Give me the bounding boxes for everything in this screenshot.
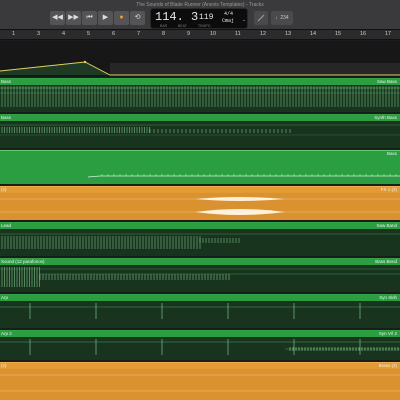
tempo-label: TEMPO [198,24,211,28]
region-brass[interactable]: (2) Brass (2) [0,362,400,400]
ruler-mark: 7 [137,31,141,37]
cycle-button[interactable]: ⟲ [130,11,145,25]
ruler-mark: 13 [285,31,292,37]
ruler-mark: 16 [360,31,367,37]
region-bass[interactable]: Bass [0,150,400,184]
count-in-button[interactable]: ♩234 [271,11,293,25]
go-to-start-button[interactable]: ⏮ [82,11,97,25]
title-bar: The Sounds of Blade Runner (Anevis Templ… [0,0,400,30]
ruler-mark: 3 [37,31,41,37]
key-display[interactable]: Cmaj [222,18,234,24]
midi-notes [0,267,400,287]
ruler-mark: 6 [112,31,116,37]
midi-notes [0,233,400,249]
rewind-button[interactable]: ◀◀ [50,11,65,25]
ruler-mark: 5 [87,31,91,37]
automation-curve [0,41,400,77]
bar-ruler[interactable]: 1 3 4 5 6 7 8 9 10 11 12 13 14 15 16 17 [0,30,400,40]
ruler-mark: 15 [335,31,342,37]
tempo-display[interactable]: 119 [199,13,213,22]
region-fx-1[interactable]: (2) FX 1 (2) [0,186,400,220]
play-button[interactable]: ▶ [98,11,113,25]
record-button[interactable]: ● [114,11,129,25]
position-beat-label: BEAT [178,24,187,28]
chevron-down-icon[interactable]: ⌄ [242,17,246,23]
ruler-mark: 17 [385,31,392,37]
region-saw-band[interactable]: Lead Saw Band [0,222,400,256]
midi-notes [0,303,400,319]
region-syn-sklh[interactable]: Arp Syn Sklh [0,294,400,328]
ruler-mark: 11 [235,31,241,37]
audio-waveform [0,374,400,392]
ruler-mark: 9 [187,31,191,37]
position-bar-label: BAR [160,24,168,28]
ruler-mark: 12 [260,31,267,37]
lcd-display[interactable]: 114. 3 BAR BEAT 119 TEMPO 4/4 Cmaj ⌄ [150,8,248,29]
ruler-mark: 1 [12,31,16,37]
region-saw-bass[interactable]: Bass Saw Bass [0,78,400,112]
tool-button[interactable] [254,11,268,25]
region-bass-bend[interactable]: Sound (12 parafonos) Bass Bend [0,258,400,292]
pencil-icon [257,14,265,22]
time-signature-display[interactable]: 4/4 [224,11,233,17]
midi-notes [0,339,400,355]
position-display[interactable]: 114. 3 [155,10,198,24]
midi-notes [0,86,400,107]
midi-notes [0,124,400,136]
ruler-mark: 10 [210,31,217,37]
ruler-mark: 4 [62,31,66,37]
fast-forward-button[interactable]: ▶▶ [66,11,81,25]
region-syn-vrl-2[interactable]: Arp 2 Syn Vrl 2 [0,330,400,360]
midi-notes [87,174,400,178]
region-synth-bass[interactable]: Bass Synth Bass [0,114,400,148]
ruler-mark: 8 [162,31,166,37]
automation-lane[interactable] [0,41,400,77]
ruler-mark: 14 [310,31,317,37]
audio-waveform [0,197,400,215]
